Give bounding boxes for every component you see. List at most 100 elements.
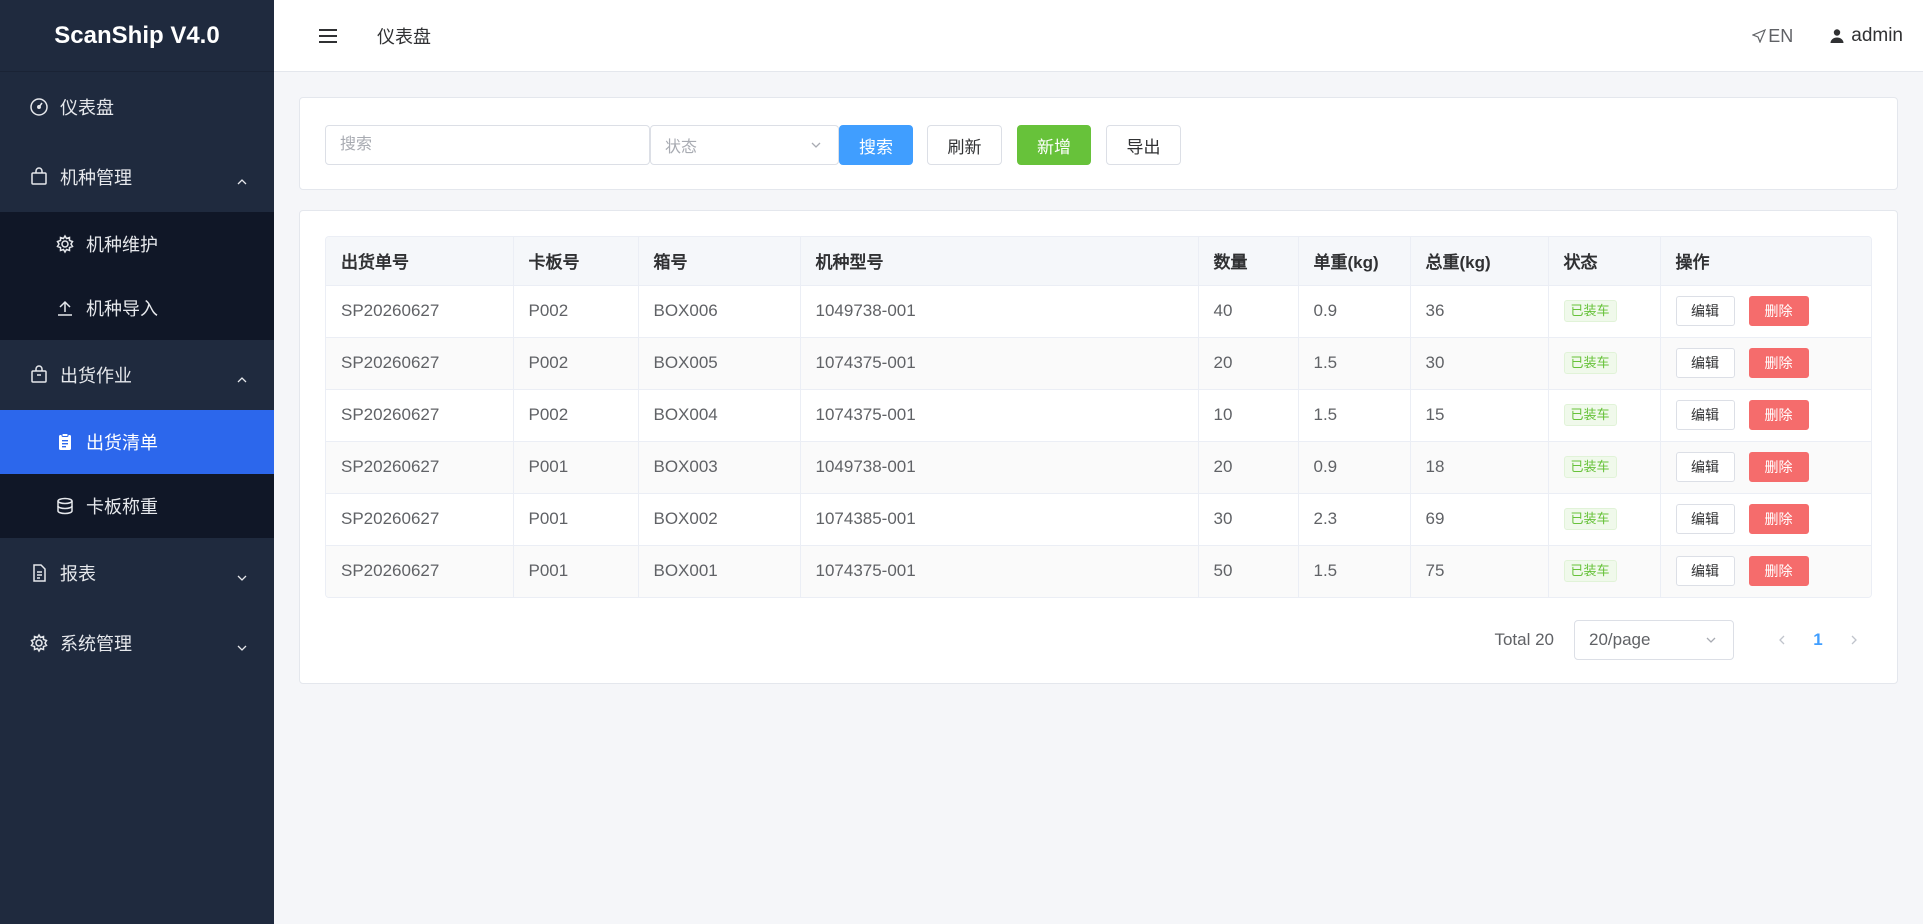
delete-button[interactable]: 删除 [1748,348,1809,378]
total-weight-cell: 15 [1410,389,1549,442]
breadcrumb[interactable]: 仪表盘 [377,23,431,49]
status-badge: 已装车 [1563,456,1617,478]
pallet-cell: P002 [513,337,639,390]
order-number-cell: SP20260627 [326,441,514,494]
submenu-shipping: 出货清单 卡板称重 [0,410,274,538]
chevron-up-icon [236,172,247,185]
search-input[interactable] [325,125,650,165]
unit-weight-cell: 1.5 [1298,389,1411,442]
pagination: Total 20 20/page 1 [1494,620,1872,660]
table-row: SP20260627 P001 BOX002 1074385-001 30 2.… [326,493,1871,546]
top-header: 仪表盘 EN admin [274,0,1923,72]
actions-cell: 编辑 删除 [1660,441,1871,494]
search-button[interactable]: 搜索 [839,125,913,165]
total-weight-cell: 30 [1410,337,1549,390]
column-header: 状态 [1548,237,1661,286]
column-header: 卡板号 [513,237,639,286]
status-select[interactable]: 状态 [650,125,839,165]
model-cell: 1074375-001 [800,389,1199,442]
send-icon [1752,29,1767,43]
chevron-up-icon [236,370,247,383]
column-header: 箱号 [638,237,801,286]
edit-button[interactable]: 编辑 [1675,400,1735,430]
sidebar-item-model-import[interactable]: 机种导入 [0,276,274,340]
edit-button[interactable]: 编辑 [1675,504,1735,534]
sidebar-item-model-maintenance[interactable]: 机种维护 [0,212,274,276]
table-header-row: 出货单号 卡板号 箱号 机种型号 数量 单重(kg) 总重(kg) 状态 操作 [326,237,1871,286]
sidebar-item-pallet-weighing[interactable]: 卡板称重 [0,474,274,538]
sidebar-item-system-management[interactable]: 系统管理 [0,608,274,678]
status-badge: 已装车 [1563,352,1617,374]
user-menu[interactable]: admin [1829,25,1903,47]
total-weight-cell: 69 [1410,493,1549,546]
next-page-button[interactable] [1836,622,1872,658]
document-icon [28,562,50,584]
user-icon [1830,29,1844,43]
delete-button[interactable]: 删除 [1748,556,1809,587]
box-cell: BOX005 [638,337,801,390]
chevron-down-icon [1706,637,1716,643]
table-row: SP20260627 P001 BOX001 1074375-001 50 1.… [326,545,1871,597]
status-badge: 已装车 [1563,560,1617,583]
sidebar-item-reports[interactable]: 报表 [0,538,274,608]
edit-button[interactable]: 编辑 [1675,452,1735,482]
language-switch[interactable]: EN [1752,26,1793,47]
column-header: 单重(kg) [1298,237,1411,286]
chevron-down-icon [236,568,247,581]
unit-weight-cell: 1.5 [1298,337,1411,390]
edit-button[interactable]: 编辑 [1675,348,1735,378]
status-badge: 已装车 [1563,300,1617,322]
sidebar-item-label: 系统管理 [60,634,132,654]
prev-page-button[interactable] [1764,622,1800,658]
status-cell: 已装车 [1548,441,1661,494]
delete-button[interactable]: 删除 [1748,400,1809,430]
shipping-table: 出货单号 卡板号 箱号 机种型号 数量 单重(kg) 总重(kg) 状态 操作 … [325,236,1872,598]
edit-button[interactable]: 编辑 [1675,296,1735,326]
model-cell: 1049738-001 [800,441,1199,494]
export-button[interactable]: 导出 [1106,125,1181,165]
total-weight-cell: 36 [1410,285,1549,338]
add-button[interactable]: 新增 [1017,125,1091,165]
order-number-cell: SP20260627 [326,337,514,390]
box-cell: BOX002 [638,493,801,546]
clipboard-icon [54,431,76,453]
total-weight-cell: 18 [1410,441,1549,494]
table-row: SP20260627 P002 BOX005 1074375-001 20 1.… [326,337,1871,390]
unit-weight-cell: 1.5 [1298,545,1411,597]
unit-weight-cell: 2.3 [1298,493,1411,546]
pagination-total: Total 20 [1494,630,1554,649]
sidebar-item-label: 卡板称重 [86,497,158,517]
pallet-cell: P001 [513,545,639,597]
box-cell: BOX001 [638,545,801,597]
bag-icon [28,364,50,386]
menu-toggle-icon[interactable] [319,28,337,43]
search-panel: 状态 搜索 刷新 新增 导出 [299,97,1898,190]
delete-button[interactable]: 删除 [1748,452,1809,482]
model-cell: 1049738-001 [800,285,1199,338]
refresh-button[interactable]: 刷新 [927,125,1002,165]
sidebar-item-model-management[interactable]: 机种管理 [0,142,274,212]
model-cell: 1074375-001 [800,545,1199,597]
status-badge: 已装车 [1563,404,1617,426]
box-cell: BOX006 [638,285,801,338]
chevron-down-icon [811,142,821,148]
delete-button[interactable]: 删除 [1748,296,1809,326]
sidebar-item-shipping-list[interactable]: 出货清单 [0,410,274,474]
status-badge: 已装车 [1563,508,1617,530]
sidebar-item-dashboard[interactable]: 仪表盘 [0,72,274,142]
sidebar-item-shipping[interactable]: 出货作业 [0,340,274,410]
column-header: 操作 [1660,237,1871,286]
order-number-cell: SP20260627 [326,285,514,338]
quantity-cell: 40 [1198,285,1299,338]
bag-icon [28,166,50,188]
order-number-cell: SP20260627 [326,493,514,546]
upload-icon [54,297,76,319]
edit-button[interactable]: 编辑 [1675,556,1735,587]
sidebar-item-label: 报表 [60,564,96,584]
box-cell: BOX004 [638,389,801,442]
page-number-current[interactable]: 1 [1800,630,1836,650]
status-cell: 已装车 [1548,493,1661,546]
page-size-select[interactable]: 20/page [1574,620,1734,660]
delete-button[interactable]: 删除 [1748,504,1809,534]
sidebar-item-label: 机种管理 [60,168,132,188]
